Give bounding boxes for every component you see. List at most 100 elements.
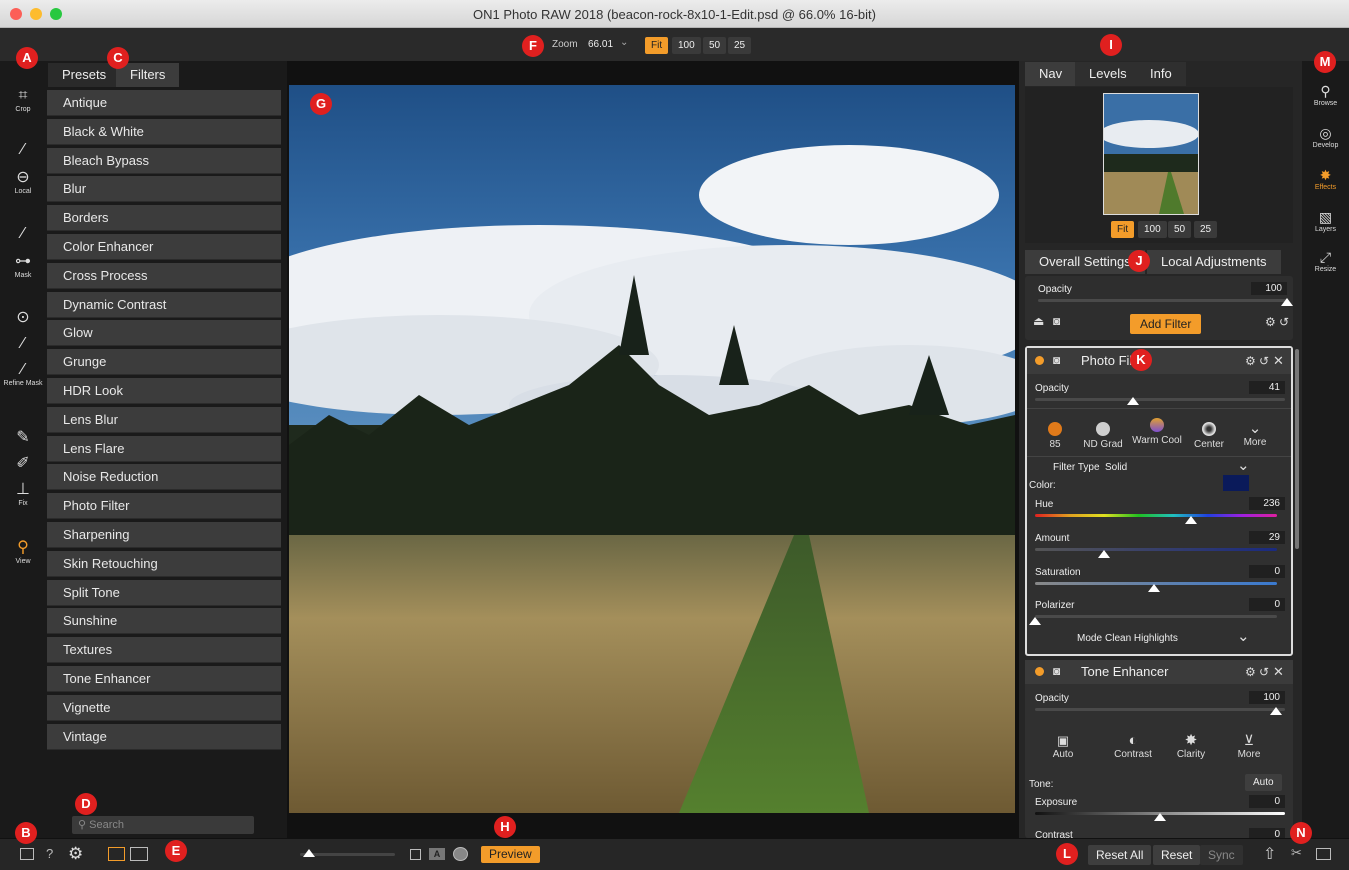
toggle-left-panel-icon[interactable] [20, 848, 34, 860]
search-input[interactable]: ⚲ Search [72, 816, 254, 834]
mode-dropdown[interactable]: Clean Highlights [1105, 633, 1178, 644]
module-resize[interactable]: ⤢ Resize [1302, 249, 1349, 275]
reset-button[interactable]: Reset [1153, 845, 1201, 865]
tone-mask-icon[interactable]: ◙ [1053, 664, 1060, 678]
filter-item[interactable]: Borders [47, 205, 281, 232]
zoom-dropdown-icon[interactable]: ⌄ [620, 37, 628, 48]
saturation-thumb[interactable] [1148, 584, 1160, 592]
add-filter-button[interactable]: Add Filter [1130, 314, 1202, 334]
zoom-25-button[interactable]: 25 [728, 37, 752, 54]
crop-tool[interactable]: ⌗ Crop [0, 87, 46, 114]
filter-item[interactable]: Glow [47, 320, 281, 347]
filter-type-dropdown[interactable]: Solid [1105, 462, 1127, 473]
nav-50-button[interactable]: 50 [1168, 221, 1192, 238]
filter-item[interactable]: Black & White [47, 118, 281, 145]
preset-85[interactable]: 85 [1029, 422, 1081, 450]
sync-button[interactable]: Sync [1200, 845, 1243, 865]
polarizer-slider[interactable] [1035, 615, 1277, 618]
polarizer-thumb[interactable] [1029, 617, 1041, 625]
filter-item[interactable]: Sunshine [47, 608, 281, 635]
filter-gear-icon[interactable]: ⚙ [1245, 354, 1256, 368]
photo-filter-opacity-slider[interactable] [1035, 398, 1285, 401]
filter-item[interactable]: Blur [47, 176, 281, 203]
filter-item[interactable]: Dynamic Contrast [47, 291, 281, 318]
tab-filters[interactable]: Filters [116, 63, 180, 87]
clone-tool[interactable]: ✐ [0, 455, 46, 473]
view-tool[interactable]: ⚲ View [0, 539, 46, 566]
filter-item[interactable]: Sharpening [47, 522, 281, 548]
tone-opacity-slider[interactable] [1035, 708, 1285, 711]
tone-preset-clarity[interactable]: ✸ Clarity [1165, 732, 1217, 760]
filter-item[interactable]: Grunge [47, 349, 281, 376]
filter-item[interactable]: Textures [47, 637, 281, 664]
tone-gear-icon[interactable]: ⚙ [1245, 665, 1256, 679]
filter-item[interactable]: Tone Enhancer [47, 666, 281, 692]
overall-opacity-slider[interactable] [1038, 299, 1288, 302]
color-swatch[interactable] [1223, 475, 1249, 491]
module-browse[interactable]: ⚲ Browse [1302, 83, 1349, 109]
filter-item[interactable]: Lens Flare [47, 435, 281, 462]
filter-item[interactable]: Lens Blur [47, 406, 281, 433]
filter-item[interactable]: Vignette [47, 694, 281, 721]
fix-tool[interactable]: ⊥ Fix [0, 481, 46, 508]
exposure-thumb[interactable] [1154, 813, 1166, 821]
photo-filter-opacity-value[interactable]: 41 [1249, 381, 1285, 394]
filter-item[interactable]: Photo Filter [47, 493, 281, 520]
local-tool[interactable]: ⊖ Local [0, 169, 46, 196]
hue-value[interactable]: 236 [1249, 497, 1285, 510]
tone-opacity-thumb[interactable] [1270, 707, 1282, 715]
masking-bug-tool[interactable]: ⊙ [0, 309, 46, 327]
mask-overlay-icon[interactable] [453, 847, 468, 861]
filter-item[interactable]: Skin Retouching [47, 550, 281, 577]
tone-close-icon[interactable]: ✕ [1273, 664, 1284, 680]
preset-more[interactable]: ⌄ More [1229, 420, 1281, 448]
nav-fit-button[interactable]: Fit [1111, 221, 1135, 238]
overall-opacity-thumb[interactable] [1281, 298, 1293, 306]
filter-enabled-dot[interactable] [1035, 356, 1044, 365]
reset-icon[interactable]: ↺ [1279, 315, 1289, 329]
zoom-fit-button[interactable]: Fit [645, 37, 669, 54]
filter-item[interactable]: Cross Process [47, 262, 281, 289]
tab-local-adjustments[interactable]: Local Adjustments [1147, 250, 1281, 274]
split-view-icon[interactable] [130, 847, 148, 861]
tone-preset-more[interactable]: ⊻ More [1223, 732, 1275, 760]
brush-size-thumb[interactable] [303, 849, 315, 857]
settings-gear-icon[interactable]: ⚙ [68, 844, 83, 864]
filter-item[interactable]: Bleach Bypass [47, 147, 281, 174]
module-layers[interactable]: ▧ Layers [1302, 209, 1349, 235]
module-effects[interactable]: ✸ Effects [1302, 167, 1349, 193]
filter-item[interactable]: HDR Look [47, 378, 281, 404]
filter-item[interactable]: Antique [47, 90, 281, 116]
tone-enabled-dot[interactable] [1035, 667, 1044, 676]
mode-chevron-down-icon[interactable]: ⌄ [1237, 627, 1250, 645]
tab-presets[interactable]: Presets [48, 63, 121, 87]
mask-off-icon[interactable] [410, 849, 421, 860]
retouch-tool[interactable]: ✎ [0, 429, 46, 447]
mask-tool[interactable]: ⊶ Mask [0, 253, 46, 280]
zoom-100-button[interactable]: 100 [672, 37, 701, 54]
reset-all-button[interactable]: Reset All [1088, 845, 1152, 865]
tone-preset-auto[interactable]: ▣ Auto [1037, 732, 1089, 760]
tab-nav[interactable]: Nav [1025, 62, 1077, 86]
nav-25-button[interactable]: 25 [1194, 221, 1218, 238]
scissors-icon[interactable]: ✂ [1291, 845, 1302, 861]
single-view-icon[interactable] [108, 847, 125, 861]
tab-levels[interactable]: Levels [1075, 62, 1141, 86]
filter-item[interactable]: Noise Reduction [47, 464, 281, 491]
filter-item[interactable]: Vintage [47, 723, 281, 750]
filter-options-icon[interactable]: ⏏ [1033, 314, 1044, 328]
refine-mask-tool[interactable]: ⁄ Refine Mask [0, 361, 46, 388]
photo-filter-opacity-thumb[interactable] [1127, 397, 1139, 405]
overall-opacity-value[interactable]: 100 [1251, 282, 1287, 295]
tab-info[interactable]: Info [1136, 62, 1186, 86]
filter-mask-icon[interactable]: ◙ [1053, 353, 1060, 367]
nav-100-button[interactable]: 100 [1138, 221, 1167, 238]
saturation-value[interactable]: 0 [1249, 565, 1285, 578]
filter-type-chevron-down-icon[interactable]: ⌄ [1237, 456, 1250, 474]
preview-button[interactable]: Preview [481, 846, 540, 863]
filter-item[interactable]: Split Tone [47, 579, 281, 606]
preset-warm-cool[interactable]: Warm Cool [1131, 418, 1183, 446]
filter-reset-icon[interactable]: ↺ [1259, 354, 1269, 368]
refine-brush-tool[interactable]: ⁄ [0, 335, 46, 353]
filter-item[interactable]: Color Enhancer [47, 234, 281, 260]
